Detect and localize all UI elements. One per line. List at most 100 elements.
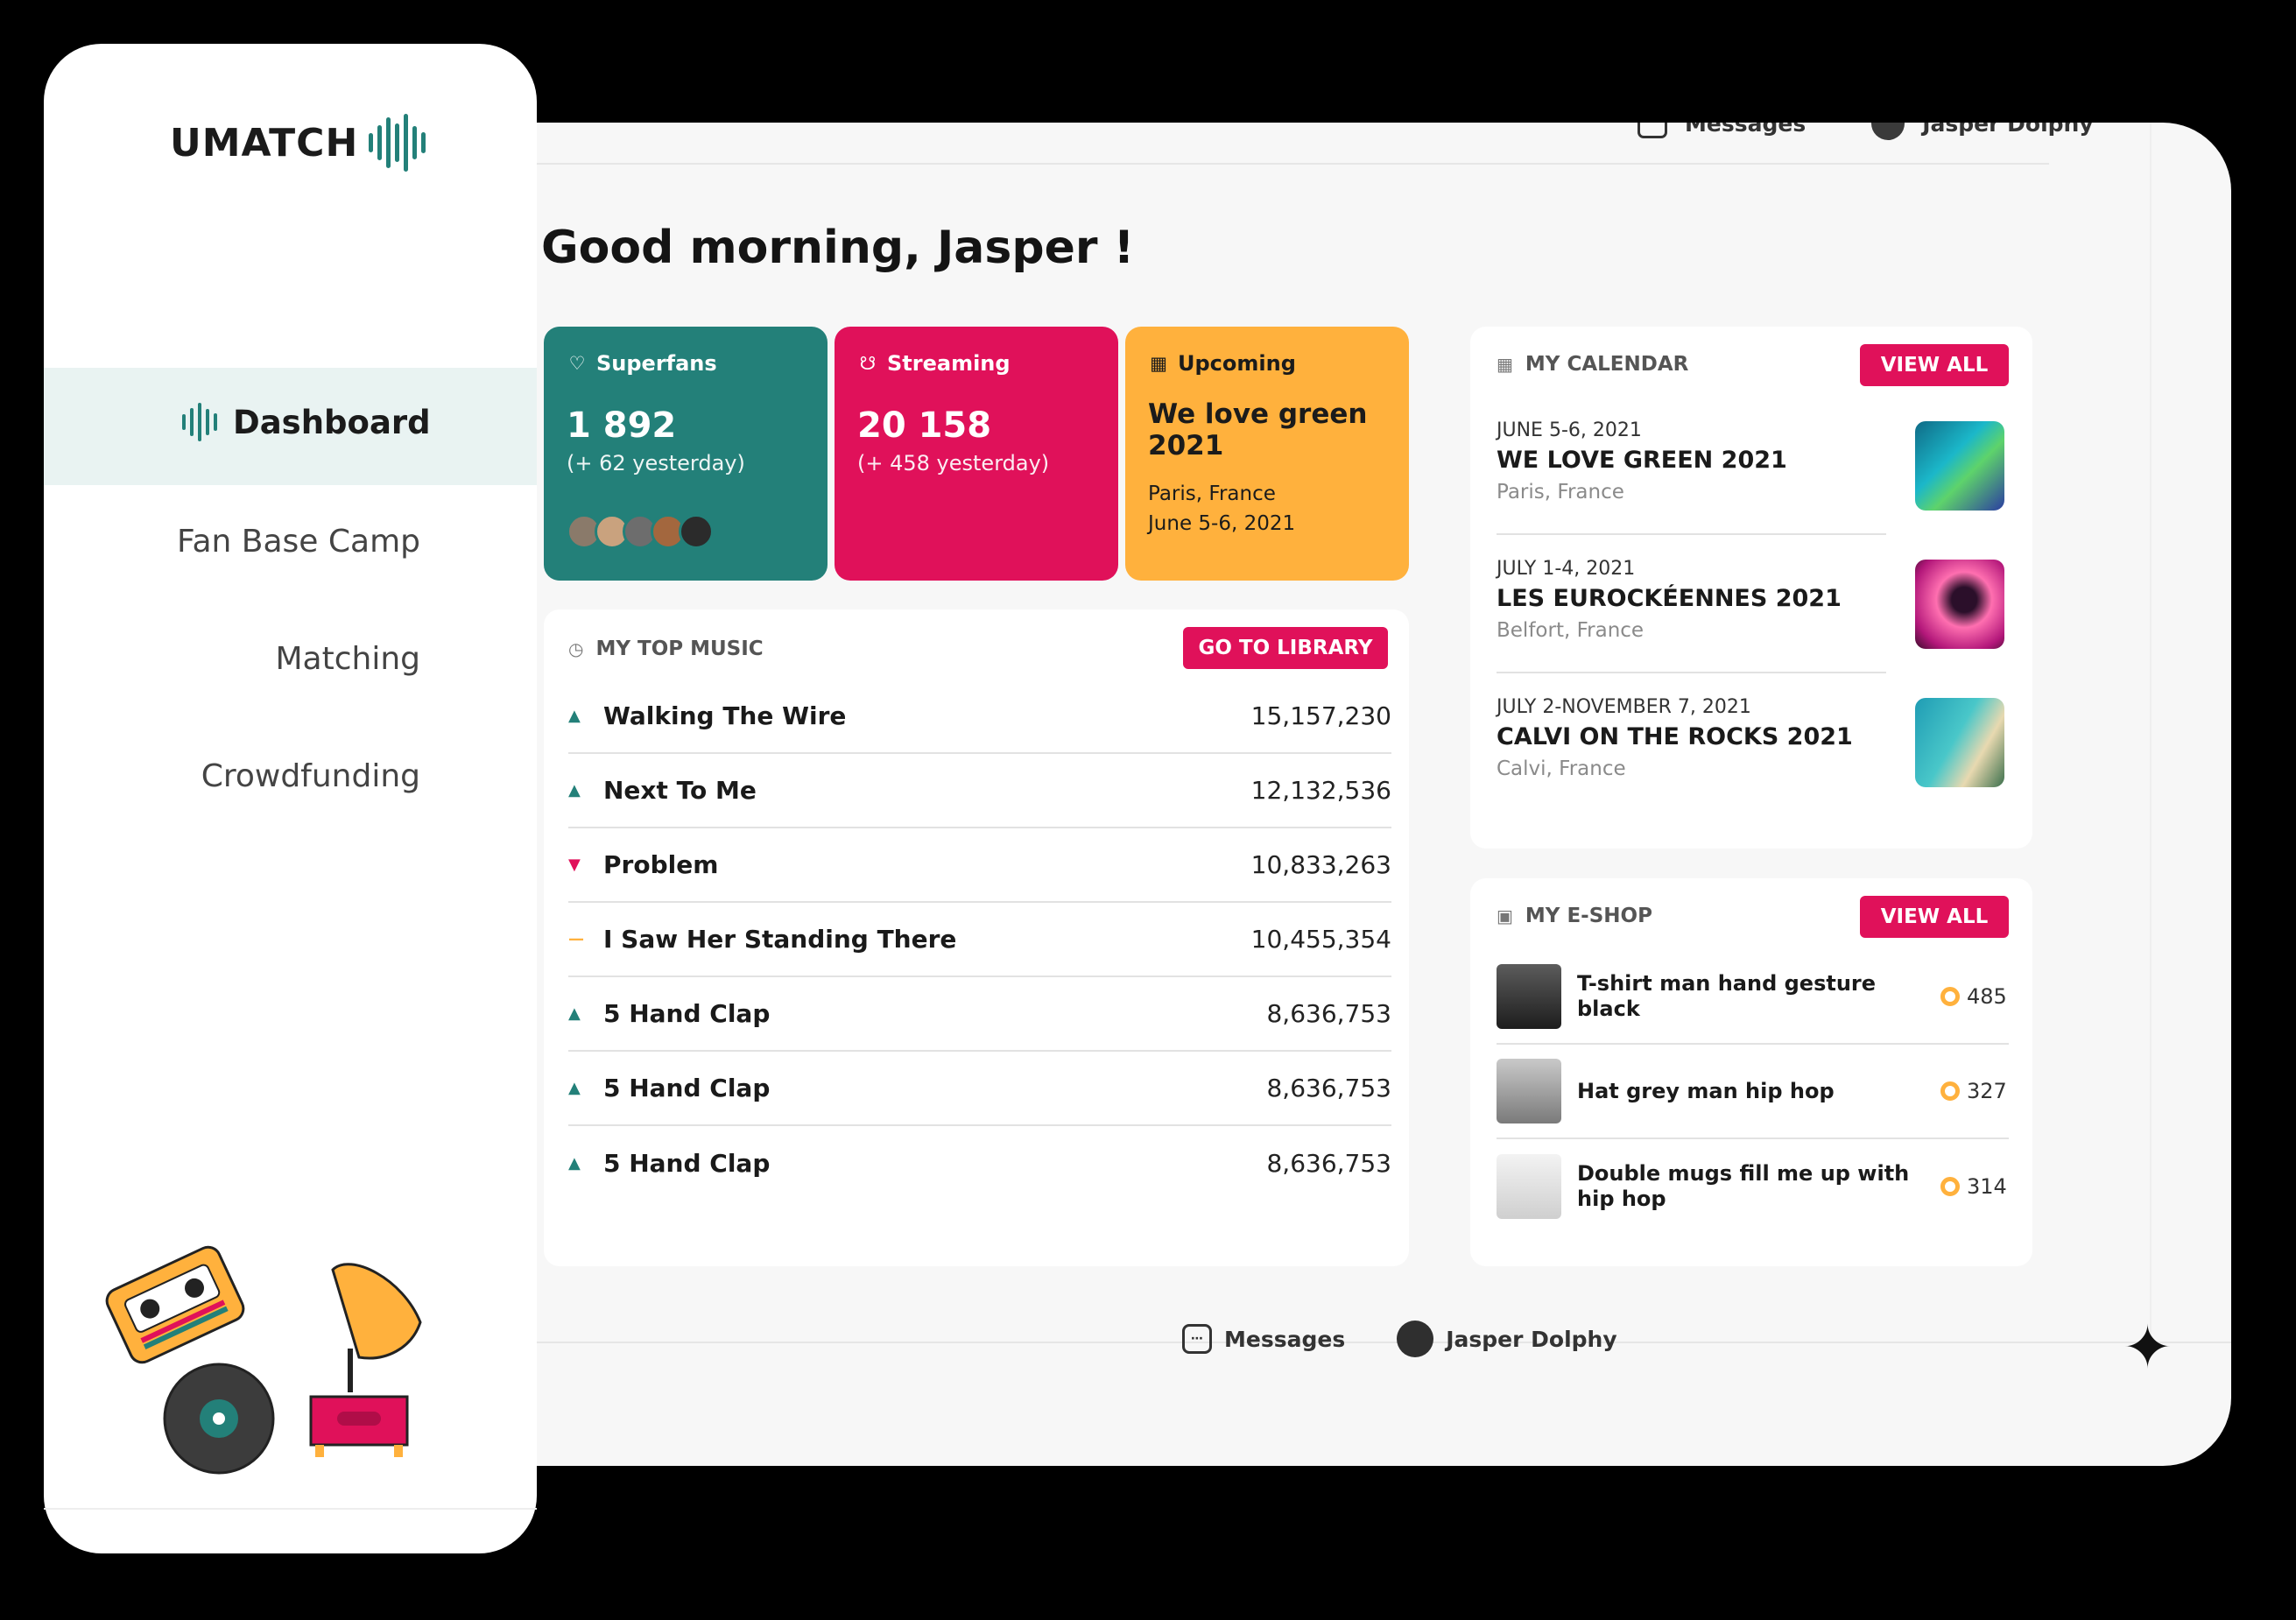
trend-up-icon: ▲ — [568, 707, 581, 725]
track-plays: 8,636,753 — [1266, 1074, 1391, 1102]
streaming-tile[interactable]: ☋ Streaming 20 158 (+ 458 yesterday) — [835, 327, 1118, 581]
upcoming-title: We love green 2021 — [1148, 398, 1368, 461]
nav-dashboard-label-group[interactable]: Dashboard — [182, 403, 431, 441]
track-row[interactable]: ▲ 5 Hand Clap 8,636,753 — [568, 1126, 1391, 1201]
event-image[interactable] — [1915, 698, 2004, 787]
product-image — [1497, 1154, 1561, 1219]
coin-icon — [1940, 987, 1960, 1006]
superfans-delta: (+ 62 yesterday) — [567, 451, 745, 475]
sidebar-bottom-divider — [44, 1508, 537, 1510]
calendar-event[interactable]: JULY 1-4, 2021 LES EUROCKÉENNES 2021 Bel… — [1497, 535, 1886, 673]
messages-icon[interactable] — [1637, 123, 1667, 138]
page-title: Good morning, Jasper ! — [541, 222, 1135, 274]
logo[interactable]: UMATCH — [170, 114, 426, 172]
trend-up-icon: ▲ — [568, 781, 581, 799]
track-row[interactable]: ▲ 5 Hand Clap 8,636,753 — [568, 977, 1391, 1052]
event-image[interactable] — [1915, 560, 2004, 649]
gramophone-icon — [309, 1263, 422, 1457]
event-date: JULY 1-4, 2021 — [1497, 558, 1636, 580]
track-plays: 8,636,753 — [1266, 1149, 1391, 1178]
trend-up-icon: ▲ — [568, 1154, 581, 1173]
streaming-label: Streaming — [887, 351, 1011, 376]
track-name: Problem — [603, 850, 719, 879]
shop-item[interactable]: Double mugs fill me up with hip hop 314 — [1497, 1139, 2009, 1234]
go-to-library-button[interactable]: GO TO LIBRARY — [1183, 627, 1388, 669]
calendar-view-all-button[interactable]: VIEW ALL — [1860, 344, 2009, 386]
sparkle-icon: ✦ — [2123, 1314, 2173, 1383]
calendar-icon: ▦ — [1497, 354, 1513, 375]
shop-item[interactable]: Hat grey man hip hop 327 — [1497, 1045, 2009, 1139]
track-plays: 15,157,230 — [1250, 701, 1391, 730]
top-music-title: MY TOP MUSIC — [595, 637, 764, 660]
user-name[interactable]: Jasper Dolphy — [1446, 1327, 1616, 1352]
product-name: T-shirt man hand gesture black — [1577, 971, 1877, 1021]
user-avatar[interactable] — [1871, 123, 1905, 140]
upcoming-tile[interactable]: ▦ Upcoming We love green 2021 Paris, Fran… — [1125, 327, 1409, 581]
track-name: I Saw Her Standing There — [603, 925, 957, 954]
track-plays: 12,132,536 — [1250, 776, 1391, 805]
event-place: Calvi, France — [1497, 757, 1626, 780]
upcoming-place: Paris, France — [1148, 482, 1276, 505]
event-place: Paris, France — [1497, 481, 1624, 504]
nav-item-fan-base-camp[interactable]: Fan Base Camp — [177, 524, 420, 560]
superfans-icon: ♡ — [568, 353, 586, 374]
shopping-bag-icon: ▣ — [1497, 905, 1513, 926]
avatar — [679, 514, 714, 549]
calendar-icon: ▦ — [1150, 353, 1167, 374]
superfans-avatars — [567, 514, 805, 549]
trend-up-icon: ▲ — [568, 1079, 581, 1097]
cassette-icon — [105, 1245, 245, 1364]
track-name: Next To Me — [603, 776, 757, 805]
soundwave-icon — [369, 114, 426, 172]
messages-icon[interactable]: ⋯ — [1182, 1324, 1212, 1354]
calendar-title: MY CALENDAR — [1525, 353, 1689, 376]
nav-item-crowdfunding[interactable]: Crowdfunding — [201, 758, 420, 794]
shop-item[interactable]: T-shirt man hand gesture black 485 — [1497, 950, 2009, 1045]
event-title: CALVI ON THE ROCKS 2021 — [1497, 723, 1853, 750]
superfans-tile[interactable]: ♡ Superfans 1 892 (+ 62 yesterday) — [544, 327, 828, 581]
bottom-bar: ⋯ Messages Jasper Dolphy — [1182, 1321, 1617, 1357]
event-date: JUNE 5-6, 2021 — [1497, 419, 1642, 441]
calendar-event[interactable]: JUNE 5-6, 2021 WE LOVE GREEN 2021 Paris,… — [1497, 397, 1886, 535]
superfans-value: 1 892 — [567, 405, 677, 446]
track-name: 5 Hand Clap — [603, 999, 771, 1028]
event-image[interactable] — [1915, 421, 2004, 511]
track-row[interactable]: — I Saw Her Standing There 10,455,354 — [568, 903, 1391, 977]
eshop-view-all-button[interactable]: VIEW ALL — [1860, 896, 2009, 938]
music-illustration — [105, 1245, 422, 1475]
user-avatar[interactable] — [1397, 1321, 1434, 1357]
eshop-title: MY E-SHOP — [1525, 905, 1652, 927]
coin-icon — [1940, 1177, 1960, 1196]
streaming-delta: (+ 458 yesterday) — [857, 451, 1050, 475]
vinyl-record-icon — [163, 1363, 275, 1475]
sidebar: UMATCH Dashboard Fan Base Camp Matching … — [44, 44, 537, 1553]
product-points: 485 — [1967, 984, 2007, 1009]
track-row[interactable]: ▲ Walking The Wire 15,157,230 — [568, 680, 1391, 754]
nav-item-matching[interactable]: Matching — [275, 641, 420, 677]
top-music-card: ◷ MY TOP MUSIC GO TO LIBRARY ▲ Walking Th… — [544, 609, 1409, 1266]
superfans-label: Superfans — [596, 351, 717, 376]
track-name: 5 Hand Clap — [603, 1074, 771, 1102]
dashboard-icon — [182, 403, 217, 441]
streaming-value: 20 158 — [857, 405, 992, 446]
messages-link[interactable]: Messages — [1685, 123, 1806, 137]
brand-name: UMATCH — [170, 120, 359, 166]
header-divider — [536, 163, 2049, 165]
calendar-event[interactable]: JULY 2-NOVEMBER 7, 2021 CALVI ON THE ROC… — [1497, 673, 1886, 812]
right-divider — [2150, 123, 2152, 1342]
track-plays: 10,833,263 — [1250, 850, 1391, 879]
upcoming-label: Upcoming — [1178, 351, 1296, 376]
eshop-card: ▣ MY E-SHOP VIEW ALL T-shirt man hand ges… — [1470, 878, 2032, 1266]
track-row[interactable]: ▲ Next To Me 12,132,536 — [568, 754, 1391, 828]
track-row[interactable]: ▲ 5 Hand Clap 8,636,753 — [568, 1052, 1391, 1126]
headphones-icon: ☋ — [859, 353, 877, 374]
product-name: Hat grey man hip hop — [1577, 1078, 1835, 1103]
track-row[interactable]: ▼ Problem 10,833,263 — [568, 828, 1391, 903]
event-title: LES EUROCKÉENNES 2021 — [1497, 585, 1842, 612]
product-points: 327 — [1967, 1079, 2007, 1103]
track-plays: 10,455,354 — [1250, 925, 1391, 954]
product-image — [1497, 1059, 1561, 1123]
event-date: JULY 2-NOVEMBER 7, 2021 — [1497, 696, 1751, 718]
messages-link[interactable]: Messages — [1224, 1327, 1345, 1352]
user-name[interactable]: Jasper Dolphy — [1922, 123, 2093, 137]
